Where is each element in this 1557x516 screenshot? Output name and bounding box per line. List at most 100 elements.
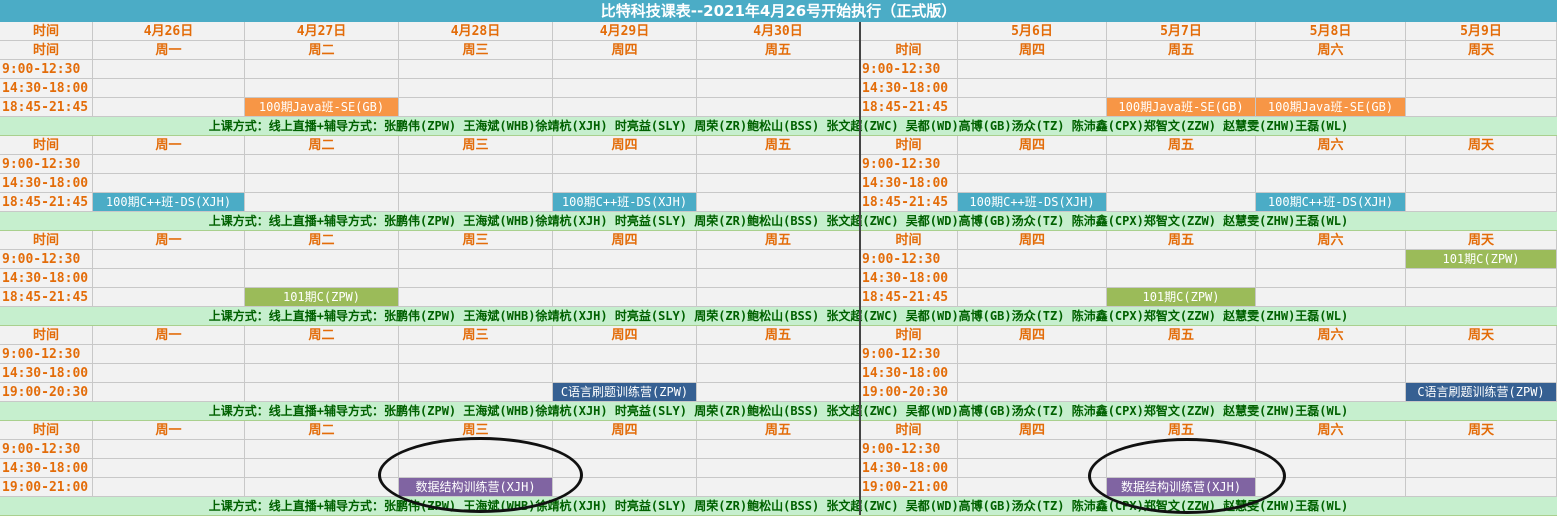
schedule-cell[interactable]: [93, 174, 245, 193]
schedule-cell[interactable]: [958, 155, 1107, 174]
schedule-cell[interactable]: [245, 364, 399, 383]
schedule-cell[interactable]: [553, 288, 697, 307]
schedule-cell[interactable]: [93, 383, 245, 402]
schedule-cell[interactable]: [553, 79, 697, 98]
schedule-cell[interactable]: [697, 60, 860, 79]
schedule-cell[interactable]: [958, 79, 1107, 98]
schedule-cell[interactable]: [958, 364, 1107, 383]
schedule-cell[interactable]: [958, 269, 1107, 288]
schedule-cell[interactable]: [958, 98, 1107, 117]
schedule-cell[interactable]: [399, 383, 553, 402]
schedule-cell[interactable]: [958, 383, 1107, 402]
schedule-cell[interactable]: [245, 459, 399, 478]
schedule-cell[interactable]: [399, 288, 553, 307]
schedule-cell[interactable]: [697, 250, 860, 269]
schedule-cell[interactable]: [697, 193, 860, 212]
schedule-cell[interactable]: [399, 174, 553, 193]
schedule-cell[interactable]: [1107, 269, 1256, 288]
schedule-cell[interactable]: [697, 174, 860, 193]
schedule-cell[interactable]: [93, 440, 245, 459]
schedule-cell[interactable]: [399, 250, 553, 269]
schedule-cell[interactable]: [553, 269, 697, 288]
schedule-cell[interactable]: [553, 364, 697, 383]
schedule-cell[interactable]: [1406, 459, 1557, 478]
schedule-cell[interactable]: [245, 440, 399, 459]
schedule-cell[interactable]: [553, 98, 697, 117]
schedule-cell[interactable]: [245, 155, 399, 174]
schedule-cell[interactable]: [1107, 155, 1256, 174]
schedule-cell[interactable]: [697, 155, 860, 174]
schedule-cell[interactable]: [697, 383, 860, 402]
course-block[interactable]: 100期C++班-DS(XJH): [1256, 193, 1406, 212]
schedule-cell[interactable]: [553, 155, 697, 174]
schedule-cell[interactable]: [245, 250, 399, 269]
schedule-cell[interactable]: [1107, 60, 1256, 79]
schedule-cell[interactable]: [399, 193, 553, 212]
schedule-cell[interactable]: [245, 383, 399, 402]
schedule-cell[interactable]: [399, 345, 553, 364]
schedule-cell[interactable]: [553, 250, 697, 269]
schedule-cell[interactable]: [93, 269, 245, 288]
schedule-cell[interactable]: [245, 193, 399, 212]
schedule-cell[interactable]: [93, 79, 245, 98]
schedule-cell[interactable]: [1406, 98, 1557, 117]
schedule-cell[interactable]: [1256, 155, 1406, 174]
course-block[interactable]: 101期C(ZPW): [245, 288, 399, 307]
course-block[interactable]: 100期Java班-SE(GB): [245, 98, 399, 117]
schedule-cell[interactable]: [553, 174, 697, 193]
schedule-cell[interactable]: [697, 459, 860, 478]
schedule-cell[interactable]: [1256, 79, 1406, 98]
schedule-cell[interactable]: [245, 174, 399, 193]
course-block[interactable]: 100期C++班-DS(XJH): [93, 193, 245, 212]
schedule-cell[interactable]: [958, 60, 1107, 79]
schedule-cell[interactable]: [958, 174, 1107, 193]
schedule-cell[interactable]: [1406, 269, 1557, 288]
schedule-cell[interactable]: [1256, 60, 1406, 79]
schedule-cell[interactable]: [958, 459, 1107, 478]
schedule-cell[interactable]: [697, 364, 860, 383]
schedule-cell[interactable]: [245, 60, 399, 79]
schedule-cell[interactable]: [1107, 364, 1256, 383]
course-block[interactable]: C语言刷题训练营(ZPW): [553, 383, 697, 402]
schedule-cell[interactable]: [697, 478, 860, 497]
schedule-cell[interactable]: [1256, 440, 1406, 459]
schedule-cell[interactable]: [697, 288, 860, 307]
schedule-cell[interactable]: [245, 478, 399, 497]
schedule-cell[interactable]: [1256, 269, 1406, 288]
schedule-cell[interactable]: [1406, 345, 1557, 364]
schedule-cell[interactable]: [93, 60, 245, 79]
schedule-cell[interactable]: [1406, 478, 1557, 497]
course-block[interactable]: 101期C(ZPW): [1406, 250, 1557, 269]
course-block[interactable]: 100期C++班-DS(XJH): [958, 193, 1107, 212]
schedule-cell[interactable]: [93, 345, 245, 364]
schedule-cell[interactable]: [1406, 79, 1557, 98]
schedule-cell[interactable]: [1406, 193, 1557, 212]
schedule-cell[interactable]: [93, 250, 245, 269]
schedule-cell[interactable]: [1406, 155, 1557, 174]
schedule-cell[interactable]: [1107, 79, 1256, 98]
schedule-cell[interactable]: [93, 478, 245, 497]
schedule-cell[interactable]: [93, 459, 245, 478]
course-block[interactable]: 100期Java班-SE(GB): [1107, 98, 1256, 117]
schedule-cell[interactable]: [245, 345, 399, 364]
schedule-cell[interactable]: [399, 98, 553, 117]
schedule-cell[interactable]: [697, 440, 860, 459]
schedule-cell[interactable]: [399, 155, 553, 174]
schedule-cell[interactable]: [245, 79, 399, 98]
schedule-cell[interactable]: [1256, 364, 1406, 383]
schedule-cell[interactable]: [93, 364, 245, 383]
schedule-cell[interactable]: [958, 345, 1107, 364]
schedule-cell[interactable]: [399, 269, 553, 288]
schedule-cell[interactable]: [93, 155, 245, 174]
schedule-cell[interactable]: [1406, 440, 1557, 459]
schedule-cell[interactable]: [697, 98, 860, 117]
schedule-cell[interactable]: [553, 440, 697, 459]
schedule-cell[interactable]: [697, 269, 860, 288]
schedule-cell[interactable]: [1256, 345, 1406, 364]
schedule-cell[interactable]: [1107, 383, 1256, 402]
schedule-cell[interactable]: [1256, 250, 1406, 269]
schedule-cell[interactable]: [697, 345, 860, 364]
schedule-cell[interactable]: [553, 60, 697, 79]
schedule-cell[interactable]: [697, 79, 860, 98]
schedule-cell[interactable]: [245, 269, 399, 288]
